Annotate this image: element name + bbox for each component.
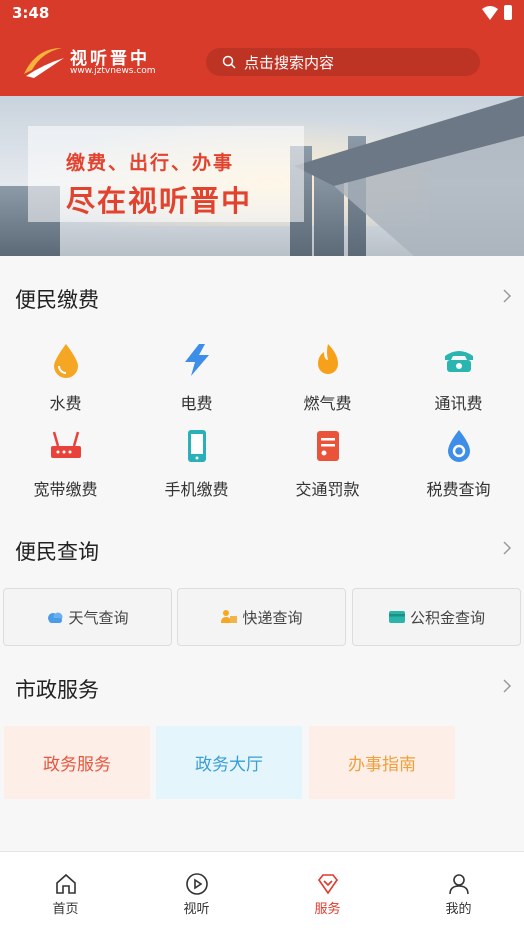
payment-item-water[interactable]: 水费 xyxy=(0,342,131,414)
cloud-icon xyxy=(48,612,63,623)
nav-label: 首页 xyxy=(52,902,79,917)
app-header: 3:48 视听晋中 www.jztvnews.com 点击搜索内容 xyxy=(0,0,524,96)
payment-label: 通讯费 xyxy=(434,394,483,413)
civic-label: 政务大厅 xyxy=(195,755,263,775)
tax-drop-icon xyxy=(447,430,470,462)
telephone-icon xyxy=(444,351,473,372)
nav-home[interactable]: 首页 xyxy=(0,872,131,917)
civic-label: 办事指南 xyxy=(348,755,416,775)
payment-item-telecom[interactable]: 通讯费 xyxy=(393,342,524,414)
status-icons xyxy=(482,5,512,20)
service-diamond-icon xyxy=(317,874,338,895)
logo-swoosh-icon xyxy=(24,48,64,78)
nav-media[interactable]: 视听 xyxy=(131,872,262,917)
query-courier-button[interactable]: 快递查询 xyxy=(177,588,346,646)
civic-item-guide[interactable]: 办事指南 xyxy=(309,726,455,799)
payment-label: 宽带缴费 xyxy=(33,480,98,499)
courier-icon xyxy=(221,610,238,623)
mobile-phone-icon xyxy=(187,430,206,462)
query-label: 天气查询 xyxy=(68,608,129,627)
banner-subtitle: 缴费、出行、办事 xyxy=(66,152,235,174)
water-drop-icon xyxy=(53,344,78,378)
wifi-icon xyxy=(482,5,498,20)
payment-item-broadband[interactable]: 宽带缴费 xyxy=(0,428,131,500)
chevron-right-icon[interactable] xyxy=(502,540,512,556)
nav-service[interactable]: 服务 xyxy=(262,872,393,917)
payment-label: 燃气费 xyxy=(303,394,352,413)
promo-banner[interactable]: 缴费、出行、办事 尽在视听晋中 xyxy=(0,96,524,256)
chevron-right-icon[interactable] xyxy=(502,288,512,304)
query-label: 公积金查询 xyxy=(409,608,485,627)
status-time: 3:48 xyxy=(12,4,50,22)
query-housing-fund-button[interactable]: 公积金查询 xyxy=(352,588,521,646)
query-label: 快递查询 xyxy=(242,608,303,627)
flame-icon xyxy=(317,344,338,374)
query-weather-button[interactable]: 天气查询 xyxy=(3,588,172,646)
lightning-icon xyxy=(184,344,209,376)
profile-icon xyxy=(448,874,469,895)
nav-label: 服务 xyxy=(314,902,341,917)
payment-label: 交通罚款 xyxy=(295,480,360,499)
status-bar: 3:48 xyxy=(0,0,524,28)
battery-icon xyxy=(504,5,512,20)
chevron-right-icon[interactable] xyxy=(502,678,512,694)
search-icon xyxy=(222,55,236,69)
payment-label: 税费查询 xyxy=(426,480,491,499)
nav-label: 视听 xyxy=(183,902,210,917)
play-icon xyxy=(185,873,208,895)
ticket-icon xyxy=(316,431,339,461)
payment-item-mobile[interactable]: 手机缴费 xyxy=(131,428,262,500)
app-logo[interactable]: 视听晋中 www.jztvnews.com xyxy=(22,44,172,80)
payment-label: 电费 xyxy=(180,394,213,413)
civic-section-title: 市政服务 xyxy=(15,678,99,702)
payment-item-electricity[interactable]: 电费 xyxy=(131,342,262,414)
search-placeholder: 点击搜索内容 xyxy=(244,53,335,72)
logo-url: www.jztvnews.com xyxy=(70,66,156,76)
home-icon xyxy=(55,873,76,894)
payment-item-tax[interactable]: 税费查询 xyxy=(393,428,524,500)
query-section-title: 便民查询 xyxy=(15,540,99,564)
card-icon xyxy=(388,611,405,623)
civic-label: 政务服务 xyxy=(43,755,111,775)
payment-item-gas[interactable]: 燃气费 xyxy=(262,342,393,414)
payment-item-traffic-fine[interactable]: 交通罚款 xyxy=(262,428,393,500)
nav-label: 我的 xyxy=(445,902,472,917)
civic-item-gov-hall[interactable]: 政务大厅 xyxy=(156,726,302,799)
payment-label: 手机缴费 xyxy=(164,480,229,499)
search-bar[interactable]: 点击搜索内容 xyxy=(206,48,480,76)
router-icon xyxy=(50,431,81,458)
roof-graphic xyxy=(294,96,524,256)
payment-section-title: 便民缴费 xyxy=(15,288,99,312)
civic-item-gov-service[interactable]: 政务服务 xyxy=(4,726,150,799)
bottom-nav: 首页 视听 服务 我的 xyxy=(0,851,524,932)
banner-title: 尽在视听晋中 xyxy=(66,184,253,218)
payment-label: 水费 xyxy=(49,394,82,413)
nav-profile[interactable]: 我的 xyxy=(393,872,524,917)
